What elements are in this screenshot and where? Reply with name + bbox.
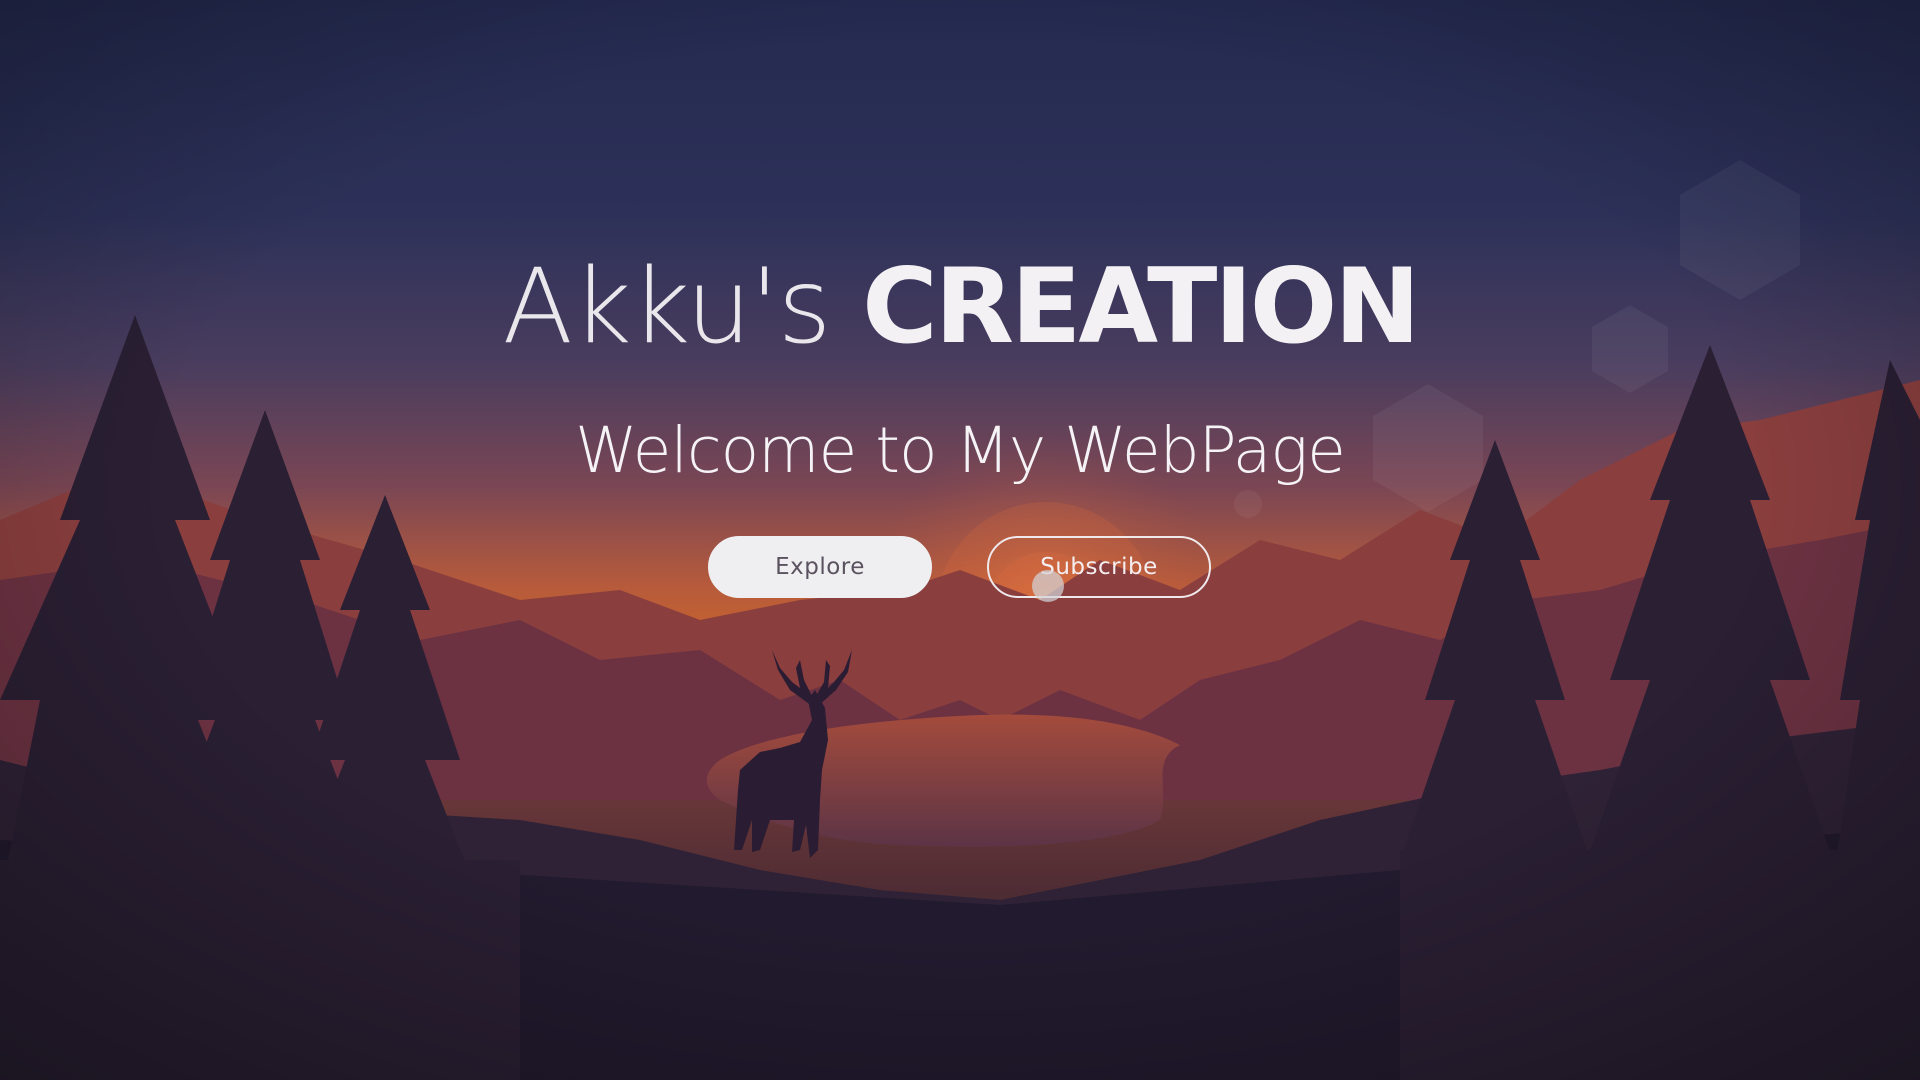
welcome-subtitle: Welcome to My WebPage <box>575 414 1346 487</box>
cursor-icon <box>1032 570 1064 602</box>
site-title: Akku's CREATION <box>0 252 1920 362</box>
site-title-bold: CREATION <box>862 247 1420 367</box>
explore-button[interactable]: Explore <box>708 536 932 598</box>
hero-section: Akku's CREATION Welcome to My WebPage Ex… <box>0 0 1920 1080</box>
subscribe-button[interactable]: Subscribe <box>987 536 1211 598</box>
hero-content: Akku's CREATION Welcome to My WebPage Ex… <box>0 0 1920 1080</box>
site-title-light: Akku's <box>502 247 832 367</box>
